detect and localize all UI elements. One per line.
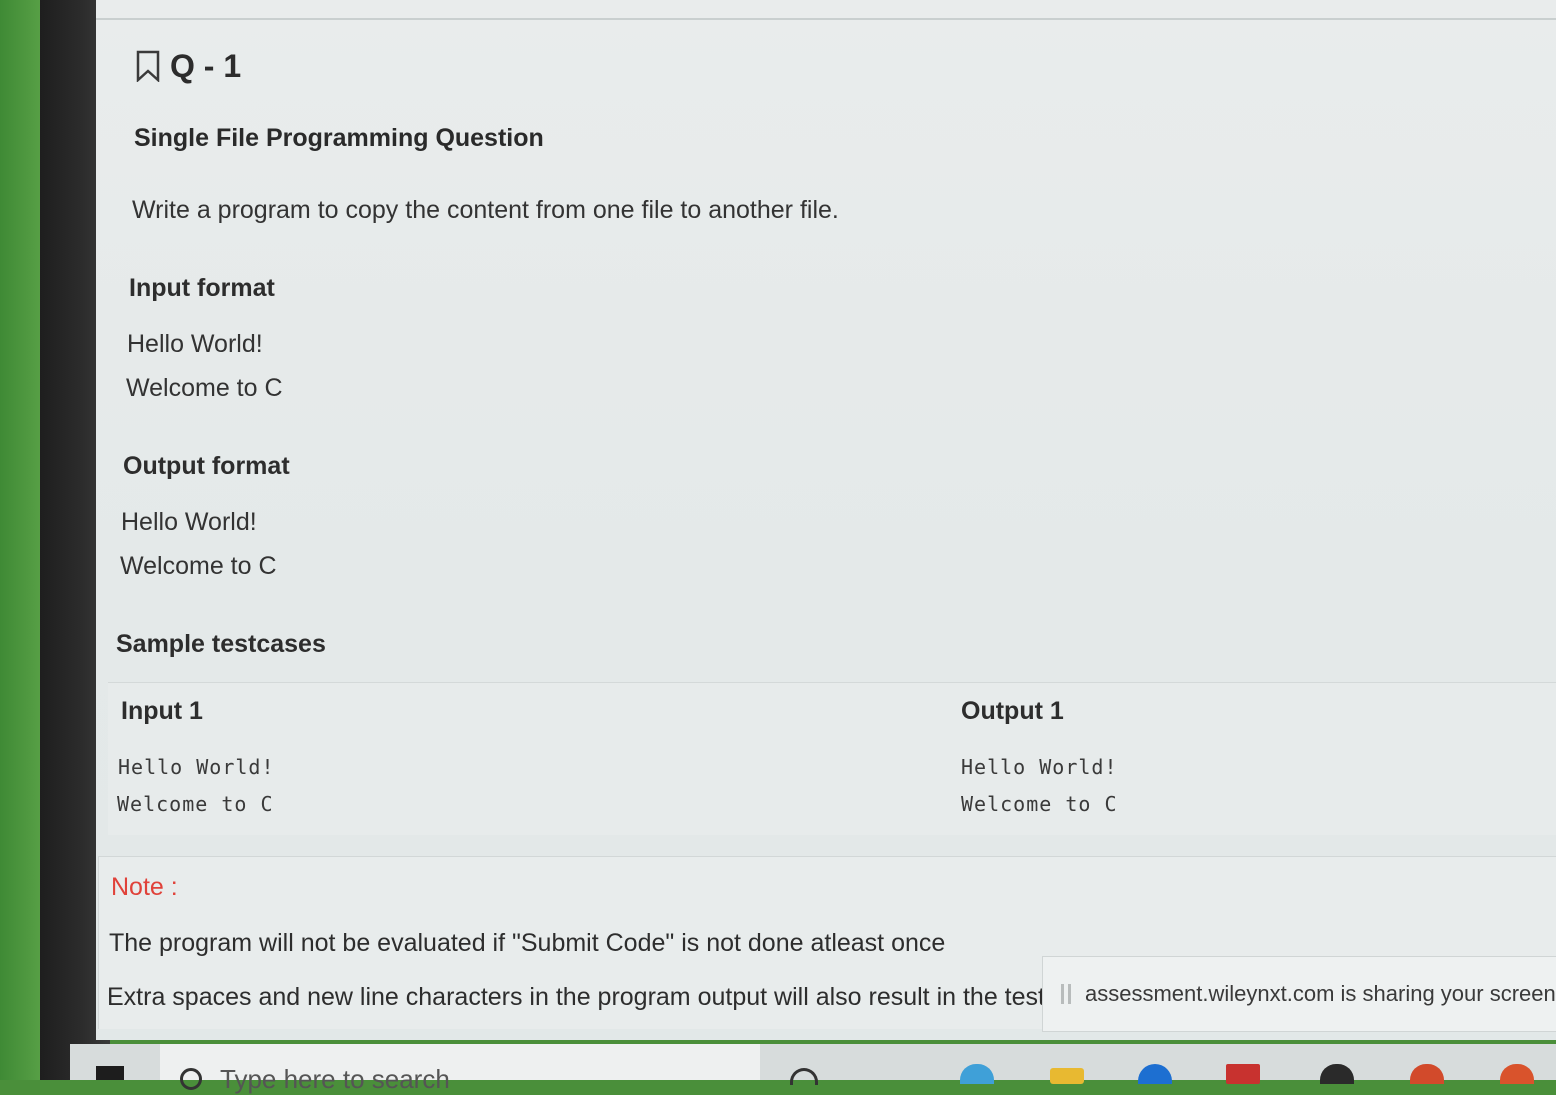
windows-start-icon[interactable] <box>96 1066 124 1080</box>
sample-testcases-title: Sample testcases <box>116 630 326 658</box>
note-line: The program will not be evaluated if "Su… <box>109 929 946 957</box>
note-title: Note : <box>111 873 178 901</box>
screen-share-message: assessment.wileynxt.com is sharing your … <box>1085 981 1556 1006</box>
header-divider <box>96 18 1556 20</box>
output-format-line: Welcome to C <box>120 552 277 580</box>
testcase-output-line: Welcome to C <box>961 792 1118 816</box>
screen-share-notification: assessment.wileynxt.com is sharing your … <box>1042 956 1556 1032</box>
input-format-line: Welcome to C <box>126 374 283 402</box>
file-explorer-icon[interactable] <box>1050 1068 1084 1084</box>
input-format-title: Input format <box>129 274 275 302</box>
office-icon[interactable] <box>1226 1064 1260 1084</box>
browser-icon[interactable] <box>1500 1064 1534 1084</box>
cortana-icon[interactable] <box>790 1068 818 1085</box>
windows-taskbar: Type here to search <box>70 1044 1556 1094</box>
search-icon <box>180 1068 202 1090</box>
store-icon[interactable] <box>1138 1064 1172 1084</box>
testcase-input-line: Hello World! <box>118 755 275 779</box>
testcase-input-line: Welcome to C <box>117 792 274 816</box>
output-format-line: Hello World! <box>121 508 257 536</box>
question-header: Q - 1 <box>136 46 241 86</box>
input-format-line: Hello World! <box>127 330 263 358</box>
question-type: Single File Programming Question <box>134 124 544 152</box>
chrome-icon[interactable] <box>1410 1064 1444 1084</box>
app-icon[interactable] <box>1320 1064 1354 1084</box>
output-format-title: Output format <box>123 452 290 480</box>
question-prompt: Write a program to copy the content from… <box>132 196 839 224</box>
pause-icon[interactable] <box>1061 984 1071 1004</box>
taskbar-search-box[interactable]: Type here to search <box>160 1044 760 1094</box>
testcase-panel: Input 1 Hello World! Welcome to C Output… <box>108 682 1556 835</box>
testcase-output-line: Hello World! <box>961 755 1118 779</box>
edge-icon[interactable] <box>960 1064 994 1084</box>
testcase-input-title: Input 1 <box>121 697 203 725</box>
note-line: Extra spaces and new line characters in … <box>107 983 1058 1011</box>
bookmark-icon[interactable] <box>136 50 160 82</box>
testcase-output-title: Output 1 <box>961 697 1064 725</box>
question-number: Q - 1 <box>170 47 242 84</box>
assessment-screen: Q - 1 Single File Programming Question W… <box>96 0 1556 1040</box>
